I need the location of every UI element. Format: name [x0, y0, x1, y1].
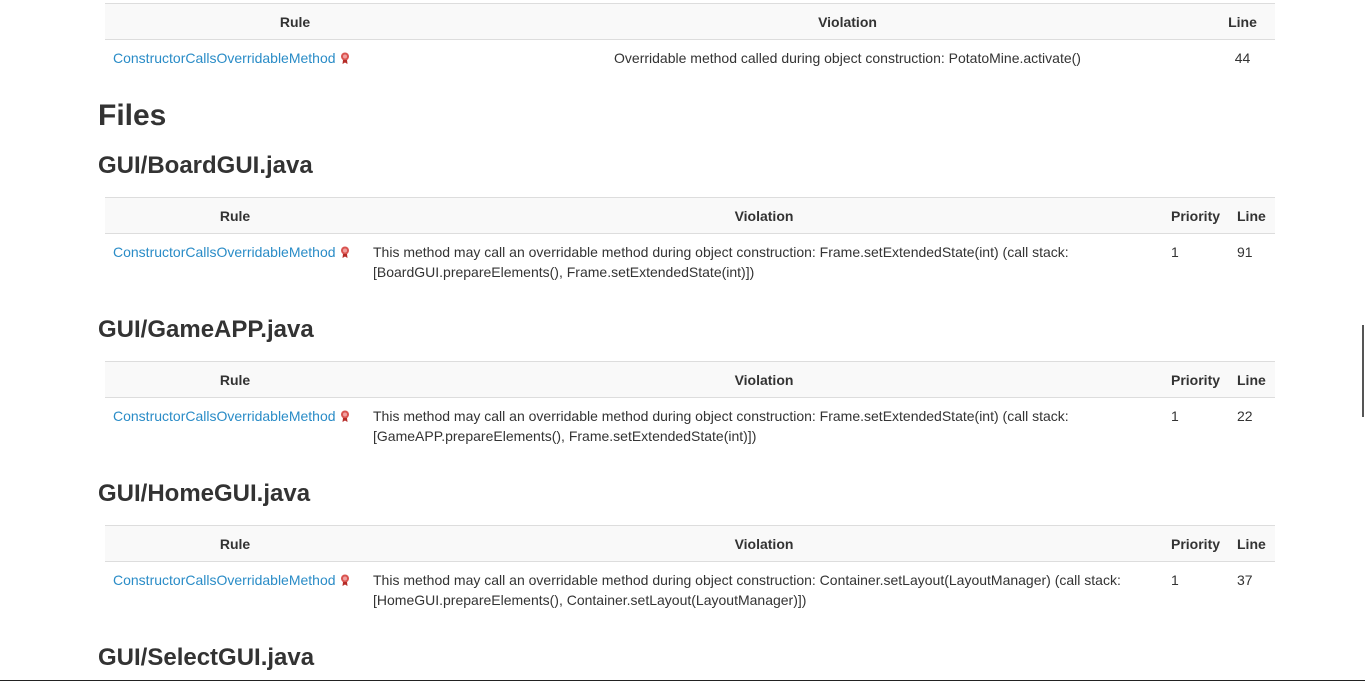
- external-doc-icon[interactable]: [340, 49, 350, 64]
- summary-table-header-row: Rule Violation Line: [105, 3, 1275, 40]
- header-violation: Violation: [365, 361, 1163, 398]
- rule-cell: ConstructorCallsOverridableMethod: [105, 40, 485, 77]
- header-violation: Violation: [365, 197, 1163, 234]
- violation-cell: This method may call an overridable meth…: [373, 244, 1069, 280]
- file-violations-table: Rule Violation Priority Line Constructor…: [105, 361, 1275, 454]
- table-row: ConstructorCallsOverridableMethod This m…: [105, 234, 1275, 291]
- line-cell: 37: [1237, 572, 1253, 588]
- files-heading: Files: [98, 99, 167, 132]
- violation-cell: This method may call an overridable meth…: [373, 408, 1069, 444]
- rule-cell: ConstructorCallsOverridableMethod: [105, 234, 365, 291]
- table-header-row: Rule Violation Priority Line: [105, 197, 1275, 234]
- external-doc-icon[interactable]: [340, 243, 350, 258]
- file-title: GUI/BoardGUI.java: [98, 152, 313, 179]
- table-row: ConstructorCallsOverridableMethod This m…: [105, 398, 1275, 455]
- rule-cell: ConstructorCallsOverridableMethod: [105, 398, 365, 455]
- table-header-row: Rule Violation Priority Line: [105, 525, 1275, 562]
- table-header-row: Rule Violation Priority Line: [105, 361, 1275, 398]
- header-line: Line: [1229, 361, 1275, 398]
- file-title: GUI/GameAPP.java: [98, 316, 314, 343]
- priority-cell: 1: [1171, 244, 1179, 260]
- report-page: Rule Violation Line ConstructorCallsOver…: [0, 0, 1365, 681]
- table-row: ConstructorCallsOverridableMethod Overri…: [105, 40, 1275, 77]
- header-rule: Rule: [105, 361, 365, 398]
- line-cell: 44: [1234, 50, 1251, 66]
- priority-cell: 1: [1171, 408, 1179, 424]
- violation-cell: This method may call an overridable meth…: [373, 572, 1121, 608]
- header-rule: Rule: [105, 197, 365, 234]
- file-table-wrapper: Rule Violation Priority Line Constructor…: [98, 361, 1275, 454]
- summary-table-wrapper: Rule Violation Line ConstructorCallsOver…: [98, 3, 1275, 76]
- rule-link[interactable]: ConstructorCallsOverridableMethod: [113, 408, 336, 424]
- header-line: Line: [1229, 525, 1275, 562]
- header-rule: Rule: [105, 525, 365, 562]
- header-violation: Violation: [365, 525, 1163, 562]
- table-row: ConstructorCallsOverridableMethod This m…: [105, 562, 1275, 619]
- rule-link[interactable]: ConstructorCallsOverridableMethod: [113, 50, 336, 66]
- file-violations-table: Rule Violation Priority Line Constructor…: [105, 197, 1275, 290]
- header-priority: Priority: [1163, 525, 1229, 562]
- file-title: GUI/SelectGUI.java: [98, 644, 315, 671]
- header-priority: Priority: [1163, 361, 1229, 398]
- summary-header-rule: Rule: [105, 3, 485, 40]
- file-table-wrapper: Rule Violation Priority Line Constructor…: [98, 197, 1275, 290]
- external-doc-icon[interactable]: [340, 407, 350, 422]
- rule-cell: ConstructorCallsOverridableMethod: [105, 562, 365, 619]
- header-priority: Priority: [1163, 197, 1229, 234]
- summary-table: Rule Violation Line ConstructorCallsOver…: [105, 3, 1275, 76]
- line-cell: 91: [1237, 244, 1253, 260]
- summary-header-violation: Violation: [485, 3, 1210, 40]
- summary-header-line: Line: [1210, 3, 1275, 40]
- scrollbar-thumb[interactable]: [1362, 325, 1364, 417]
- file-violations-table: Rule Violation Priority Line Constructor…: [105, 525, 1275, 618]
- file-table-wrapper: Rule Violation Priority Line Constructor…: [98, 525, 1275, 618]
- header-line: Line: [1229, 197, 1275, 234]
- file-title: GUI/HomeGUI.java: [98, 480, 311, 507]
- rule-link[interactable]: ConstructorCallsOverridableMethod: [113, 244, 336, 260]
- line-cell: 22: [1237, 408, 1253, 424]
- external-doc-icon[interactable]: [340, 571, 350, 586]
- rule-link[interactable]: ConstructorCallsOverridableMethod: [113, 572, 336, 588]
- priority-cell: 1: [1171, 572, 1179, 588]
- violation-cell: Overridable method called during object …: [614, 50, 1081, 66]
